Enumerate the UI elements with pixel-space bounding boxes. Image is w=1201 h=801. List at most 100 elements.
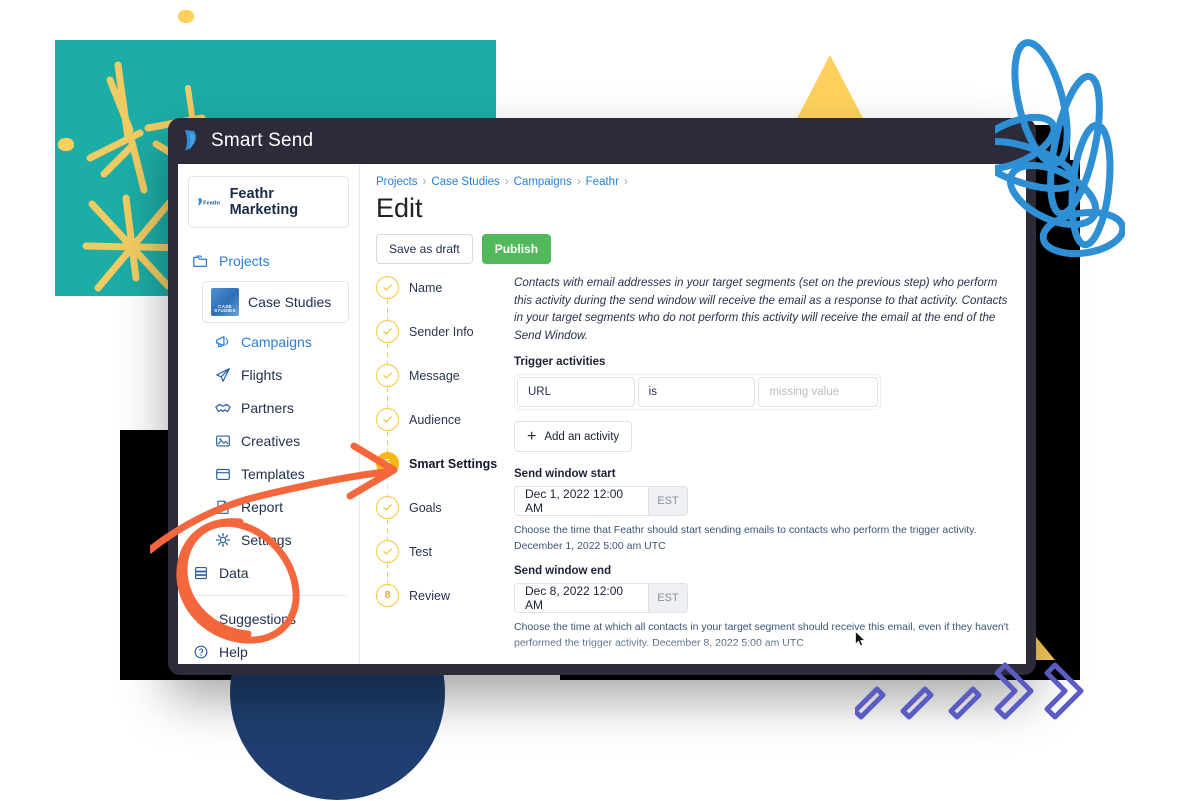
- step-connector: [376, 519, 399, 540]
- step-check-icon: [376, 496, 399, 519]
- sidebar-item-label: Creatives: [241, 432, 301, 449]
- page-title: Edit: [376, 193, 423, 223]
- wizard-steps: Name Sender Info Message Audience 5 Smar…: [376, 272, 506, 664]
- yellow-dot-decoration: [178, 10, 194, 23]
- send-window-end-value[interactable]: Dec 8, 2022 12:00 AM: [515, 584, 648, 612]
- step-label: Goals: [409, 500, 442, 515]
- sidebar-item-suggestions[interactable]: Suggestions: [188, 602, 349, 635]
- sidebar-item-help[interactable]: Help: [188, 635, 349, 664]
- sidebar-item-partners[interactable]: Partners: [210, 391, 349, 424]
- org-switcher[interactable]: Feathr Feathr Marketing: [188, 176, 349, 228]
- sidebar-item-label: Flights: [241, 366, 283, 383]
- step-label: Smart Settings: [409, 456, 498, 471]
- wizard-step-test[interactable]: Test: [376, 540, 506, 563]
- browser-window: Smart Send Feathr Feathr Marketing Proje…: [168, 118, 1036, 675]
- lightbulb-icon: [196, 613, 206, 625]
- sidebar-item-label: Help: [219, 643, 248, 660]
- sidebar-nav: Projects CASE STUDIES Case Studies Campa…: [188, 244, 349, 664]
- folder-icon: [193, 255, 208, 267]
- yellow-dot-decoration: [58, 138, 74, 151]
- breadcrumb-item-feathr[interactable]: Feathr: [586, 176, 619, 188]
- template-window-icon: [216, 468, 230, 480]
- window-title: Smart Send: [211, 130, 314, 151]
- send-window-start-helper: Choose the time that Feathr should start…: [514, 524, 977, 553]
- sidebar-divider: [190, 595, 347, 596]
- step-content: Contacts with email addresses in your ta…: [514, 272, 1026, 664]
- sidebar-item-label: Projects: [219, 252, 270, 269]
- sidebar-item-report[interactable]: Report: [210, 490, 349, 523]
- step-label: Review: [409, 588, 450, 603]
- feathr-logo-icon: [185, 130, 197, 151]
- step-check-icon: [376, 276, 399, 299]
- breadcrumb-item-case-studies[interactable]: Case Studies: [431, 176, 499, 188]
- sidebar-item-projects[interactable]: Projects: [188, 244, 349, 277]
- step-description: Contacts with email addresses in your ta…: [514, 276, 1008, 342]
- wizard-step-name[interactable]: Name: [376, 276, 506, 299]
- main-panel: Projects › Case Studies › Campaigns › Fe…: [360, 164, 1026, 664]
- sidebar-item-data[interactable]: Data: [188, 556, 349, 589]
- megaphone-icon: [216, 335, 229, 347]
- step-check-icon: [376, 320, 399, 343]
- trigger-operator-select[interactable]: is: [637, 377, 756, 408]
- step-label: Sender Info: [409, 324, 474, 339]
- poster-stage: Smart Send Feathr Feathr Marketing Proje…: [0, 0, 1201, 801]
- database-icon: [195, 566, 207, 579]
- step-check-icon: [376, 364, 399, 387]
- action-bar: Save as draft Publish: [376, 234, 1026, 264]
- sidebar-item-label: Partners: [241, 399, 294, 416]
- project-thumbnail: CASE STUDIES: [211, 288, 239, 316]
- breadcrumb-item-projects[interactable]: Projects: [376, 176, 418, 188]
- paper-plane-icon: [216, 367, 230, 382]
- wizard-step-message[interactable]: Message: [376, 364, 506, 387]
- mouse-cursor: [855, 631, 866, 647]
- send-window-end-timezone: EST: [648, 583, 687, 612]
- send-window-start-timezone: EST: [648, 487, 687, 516]
- step-check-icon: [376, 408, 399, 431]
- sidebar-item-label: Case Studies: [248, 294, 332, 310]
- feathr-wordmark-icon: Feathr: [197, 198, 221, 206]
- trigger-activity-row: URL is missing value: [514, 374, 881, 411]
- trigger-value-input[interactable]: missing value: [758, 377, 878, 408]
- gear-icon: [216, 532, 230, 547]
- handshake-icon: [215, 403, 231, 412]
- question-circle-icon: [194, 645, 208, 658]
- send-window-start-field[interactable]: Dec 1, 2022 12:00 AM EST: [514, 486, 688, 517]
- wizard-step-sender-info[interactable]: Sender Info: [376, 320, 506, 343]
- trigger-field-select[interactable]: URL: [517, 377, 635, 408]
- send-window-end-label: Send window end: [514, 564, 612, 577]
- step-connector: [376, 343, 399, 364]
- wizard-step-review[interactable]: 8 Review: [376, 584, 506, 607]
- wizard-step-goals[interactable]: Goals: [376, 496, 506, 519]
- sidebar-item-label: Templates: [241, 465, 305, 482]
- add-activity-label: Add an activity: [544, 430, 620, 443]
- step-label: Message: [409, 368, 460, 383]
- step-label: Name: [409, 280, 443, 295]
- wizard-step-smart-settings[interactable]: 5 Smart Settings: [376, 452, 506, 475]
- send-window-end-field[interactable]: Dec 8, 2022 12:00 AM EST: [514, 582, 688, 613]
- sidebar-item-templates[interactable]: Templates: [210, 457, 349, 490]
- breadcrumb-separator-icon: ›: [576, 176, 581, 188]
- sidebar-item-creatives[interactable]: Creatives: [210, 424, 349, 457]
- sidebar-item-label: Data: [219, 564, 249, 581]
- add-activity-button[interactable]: + Add an activity: [514, 421, 633, 453]
- wizard-step-audience[interactable]: Audience: [376, 408, 506, 431]
- sidebar-item-label: Campaigns: [241, 333, 312, 350]
- breadcrumb-item-campaigns[interactable]: Campaigns: [514, 176, 572, 188]
- sidebar-item-case-studies[interactable]: CASE STUDIES Case Studies: [202, 281, 349, 323]
- plus-icon: +: [527, 427, 537, 445]
- step-check-icon: [376, 540, 399, 563]
- project-thumbnail-label: CASE STUDIES: [214, 303, 236, 314]
- breadcrumb-separator-icon: ›: [623, 176, 628, 188]
- send-window-start-value[interactable]: Dec 1, 2022 12:00 AM: [515, 487, 648, 515]
- save-as-draft-button[interactable]: Save as draft: [376, 234, 473, 264]
- trigger-activities-label: Trigger activities: [514, 356, 606, 369]
- report-document-icon: [217, 500, 229, 514]
- sidebar-item-flights[interactable]: Flights: [210, 358, 349, 391]
- sidebar-item-settings[interactable]: Settings: [210, 523, 349, 556]
- app-sidebar: Feathr Feathr Marketing Projects CASE ST…: [178, 164, 360, 664]
- sidebar-item-campaigns[interactable]: Campaigns: [210, 325, 349, 358]
- step-number-badge: 8: [376, 584, 399, 607]
- wizard-body: Name Sender Info Message Audience 5 Smar…: [376, 272, 1026, 664]
- send-window-start-label: Send window start: [514, 468, 616, 481]
- publish-button[interactable]: Publish: [481, 234, 552, 264]
